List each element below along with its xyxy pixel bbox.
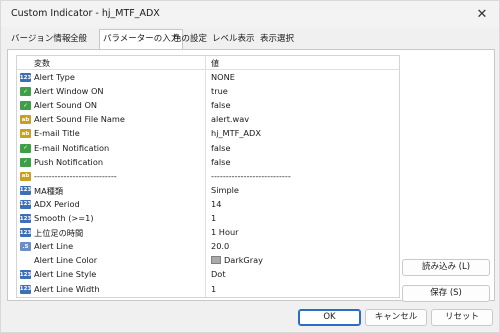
parameter-value[interactable]: NONE [211, 72, 235, 82]
parameter-value[interactable]: 14 [211, 199, 221, 209]
parameter-name: E-mail Title [34, 128, 80, 139]
load-button[interactable]: 読み込み (L) [402, 259, 490, 276]
boolean-type-icon: ✓ [20, 87, 31, 97]
integer-type-icon: 123 [20, 228, 31, 238]
parameter-name: ---------------------------- [34, 170, 117, 181]
table-header: 変数 値 [17, 56, 399, 70]
string-type-icon: ab [20, 115, 31, 125]
parameter-name: Alert Sound File Name [34, 114, 125, 125]
window-title: Custom Indicator - hj_MTF_ADX [11, 8, 160, 19]
parameter-value[interactable]: --------------------------- [211, 171, 291, 181]
parameter-value[interactable]: false [211, 143, 230, 153]
parameter-value[interactable]: false [211, 100, 230, 110]
integer-type-icon: 123 [20, 270, 31, 280]
cancel-button[interactable]: キャンセル [365, 309, 427, 326]
parameter-name: Alert Line Color [34, 255, 98, 266]
table-row[interactable]: 123 Alert Line Width 1 [17, 283, 399, 296]
table-row[interactable]: 123 Alert Line Style Dot [17, 268, 399, 281]
table-row[interactable]: 123 Smooth (>=1) 1 [17, 212, 399, 225]
tab-visualization[interactable]: 表示選択 [257, 31, 297, 47]
save-button[interactable]: 保存 (S) [402, 285, 490, 302]
table-row[interactable]: ab E-mail Title hj_MTF_ADX [17, 127, 399, 140]
string-type-icon: ab [20, 129, 31, 139]
parameter-name: Alert Type [34, 72, 75, 82]
table-row[interactable]: 123 Alert Type NONE [17, 71, 399, 84]
table-row[interactable]: Alert Line Color DarkGray [17, 254, 399, 267]
table-row[interactable]: 123 上位足の時間 1 Hour [17, 226, 399, 239]
tab-version-info[interactable]: バージョン情報 [8, 31, 73, 47]
parameter-value[interactable]: Dot [211, 269, 226, 279]
boolean-type-icon: ✓ [20, 101, 31, 111]
tab-general[interactable]: 全般 [67, 31, 90, 47]
boolean-type-icon: ✓ [20, 157, 31, 167]
parameter-value[interactable]: Simple [211, 185, 239, 195]
tab-colors[interactable]: 色の設定 [170, 31, 210, 47]
table-row[interactable]: .5 Alert Line 20.0 [17, 240, 399, 253]
table-row[interactable]: ✓ Push Notification false [17, 156, 399, 169]
table-row[interactable]: 123 MA種類 Simple [17, 184, 399, 197]
table-row[interactable]: ab Alert Sound File Name alert.wav [17, 113, 399, 126]
parameter-value[interactable]: 1 [211, 213, 216, 223]
parameter-value[interactable]: hj_MTF_ADX [211, 128, 261, 138]
parameter-name: Alert Line Width [34, 283, 100, 294]
parameter-table[interactable]: 変数 値 123 Alert Type NONE ✓ Alert Window ON tr… [16, 55, 400, 298]
tab-panel: 変数 値 123 Alert Type NONE ✓ Alert Window ON tr… [7, 49, 495, 302]
parameter-name: Alert Sound ON [34, 100, 98, 111]
parameter-value[interactable]: DarkGray [211, 255, 263, 265]
parameter-name: ADX Period [34, 198, 80, 209]
tab-levels[interactable]: レベル表示 [209, 31, 258, 47]
double-type-icon: .5 [20, 242, 31, 252]
parameter-value[interactable]: 1 [211, 284, 216, 294]
integer-type-icon: 123 [20, 73, 31, 82]
parameter-value[interactable]: true [211, 86, 228, 96]
parameter-name: 上位足の時間 [34, 228, 84, 239]
parameter-value[interactable]: 20.0 [211, 241, 229, 251]
table-row[interactable]: ✓ E-mail Notification false [17, 142, 399, 155]
integer-type-icon: 123 [20, 214, 31, 223]
column-header-variable: 変数 [34, 59, 50, 68]
boolean-type-icon: ✓ [20, 143, 31, 153]
parameter-name: E-mail Notification [34, 142, 110, 153]
parameter-value[interactable]: alert.wav [211, 114, 249, 124]
color-type-icon [20, 256, 31, 265]
column-header-value: 値 [211, 59, 219, 68]
parameter-name: Smooth (>=1) [34, 213, 94, 223]
parameter-name: Push Notification [34, 156, 104, 167]
integer-type-icon: 123 [20, 185, 31, 195]
parameter-value[interactable]: false [211, 157, 230, 167]
table-row[interactable]: ✓ Alert Sound ON false [17, 99, 399, 112]
table-row[interactable]: ab ---------------------------- ----------… [17, 170, 399, 183]
integer-type-icon: 123 [20, 284, 31, 294]
tab-strip: バージョン情報 全般 パラメーターの入力 色の設定 レベル表示 表示選択 [7, 29, 493, 49]
parameter-value-text: DarkGray [224, 255, 264, 266]
integer-type-icon: 123 [20, 199, 31, 209]
reset-button[interactable]: リセット [431, 309, 493, 326]
color-swatch[interactable] [211, 256, 221, 265]
parameter-name: Alert Line [34, 241, 74, 252]
parameter-name: MA種類 [34, 185, 64, 196]
table-row[interactable]: 123 ADX Period 14 [17, 198, 399, 211]
title-bar[interactable]: Custom Indicator - hj_MTF_ADX ✕ [1, 1, 499, 27]
parameter-name: Alert Window ON [34, 86, 104, 97]
parameter-name: Alert Line Style [34, 269, 97, 280]
parameter-value[interactable]: 1 Hour [211, 227, 239, 237]
string-type-icon: ab [20, 171, 31, 181]
dialog-window: Custom Indicator - hj_MTF_ADX ✕ バージョン情報 … [0, 0, 500, 333]
table-row[interactable]: ✓ Alert Window ON true [17, 85, 399, 98]
ok-button[interactable]: OK [298, 309, 361, 326]
close-icon[interactable]: ✕ [471, 5, 493, 23]
